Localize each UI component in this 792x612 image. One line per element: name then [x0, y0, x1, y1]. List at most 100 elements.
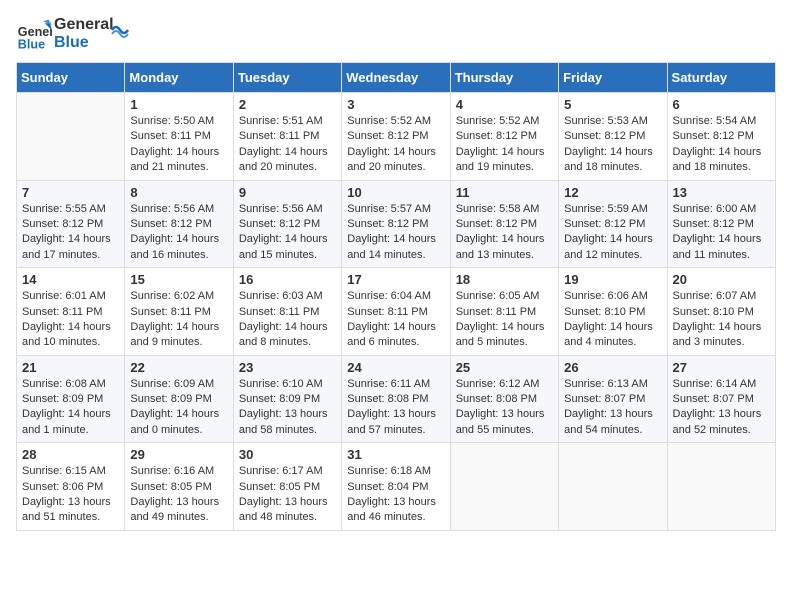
- cell-content: Sunrise: 6:13 AM Sunset: 8:07 PM Dayligh…: [564, 377, 661, 439]
- cell-content: Sunrise: 5:59 AM Sunset: 8:12 PM Dayligh…: [564, 202, 661, 264]
- day-number: 25: [456, 360, 553, 375]
- cell-content: Sunrise: 6:11 AM Sunset: 8:08 PM Dayligh…: [347, 377, 444, 439]
- day-number: 1: [130, 97, 227, 112]
- calendar-cell: 23Sunrise: 6:10 AM Sunset: 8:09 PM Dayli…: [233, 355, 341, 443]
- calendar-cell: 8 Sunrise: 5:56 AM Sunset: 8:12 PM Daylig…: [125, 180, 233, 268]
- day-number: 18: [456, 272, 553, 287]
- calendar-cell: 20Sunrise: 6:07 AM Sunset: 8:10 PM Dayli…: [667, 268, 775, 356]
- weekday-header-saturday: Saturday: [667, 63, 775, 93]
- cell-content: Sunrise: 5:55 AM Sunset: 8:12 PM Dayligh…: [22, 202, 119, 264]
- day-number: 9: [239, 185, 336, 200]
- day-number: 6: [673, 97, 770, 112]
- cell-content: Sunrise: 6:08 AM Sunset: 8:09 PM Dayligh…: [22, 377, 119, 439]
- cell-content: Sunrise: 6:15 AM Sunset: 8:06 PM Dayligh…: [22, 464, 119, 526]
- cell-content: Sunrise: 6:12 AM Sunset: 8:08 PM Dayligh…: [456, 377, 553, 439]
- calendar-cell: 1 Sunrise: 5:50 AM Sunset: 8:11 PM Daylig…: [125, 93, 233, 181]
- calendar-cell: 21Sunrise: 6:08 AM Sunset: 8:09 PM Dayli…: [17, 355, 125, 443]
- day-number: 8: [130, 185, 227, 200]
- calendar-table: SundayMondayTuesdayWednesdayThursdayFrid…: [16, 62, 776, 531]
- logo-general: General: [54, 16, 114, 34]
- calendar-cell: 29Sunrise: 6:16 AM Sunset: 8:05 PM Dayli…: [125, 443, 233, 531]
- cell-content: Sunrise: 5:52 AM Sunset: 8:12 PM Dayligh…: [456, 114, 553, 176]
- day-number: 28: [22, 447, 119, 462]
- calendar-cell: 13 Sunrise: 6:00 AM Sunset: 8:12 PM Dayli…: [667, 180, 775, 268]
- calendar-cell: 5Sunrise: 5:53 AM Sunset: 8:12 PM Daylig…: [559, 93, 667, 181]
- calendar-cell: 19 Sunrise: 6:06 AM Sunset: 8:10 PM Dayli…: [559, 268, 667, 356]
- calendar-cell: 9Sunrise: 5:56 AM Sunset: 8:12 PM Daylig…: [233, 180, 341, 268]
- day-number: 16: [239, 272, 336, 287]
- cell-content: Sunrise: 6:09 AM Sunset: 8:09 PM Dayligh…: [130, 377, 227, 439]
- calendar-week-row: 21Sunrise: 6:08 AM Sunset: 8:09 PM Dayli…: [17, 355, 776, 443]
- cell-content: Sunrise: 6:17 AM Sunset: 8:05 PM Dayligh…: [239, 464, 336, 526]
- cell-content: Sunrise: 6:00 AM Sunset: 8:12 PM Dayligh…: [673, 202, 770, 264]
- cell-content: Sunrise: 6:18 AM Sunset: 8:04 PM Dayligh…: [347, 464, 444, 526]
- cell-content: Sunrise: 6:06 AM Sunset: 8:10 PM Dayligh…: [564, 289, 661, 351]
- cell-content: Sunrise: 5:50 AM Sunset: 8:11 PM Dayligh…: [130, 114, 227, 176]
- day-number: 22: [130, 360, 227, 375]
- calendar-cell: 27 Sunrise: 6:14 AM Sunset: 8:07 PM Dayli…: [667, 355, 775, 443]
- day-number: 17: [347, 272, 444, 287]
- cell-content: Sunrise: 6:03 AM Sunset: 8:11 PM Dayligh…: [239, 289, 336, 351]
- cell-content: Sunrise: 6:02 AM Sunset: 8:11 PM Dayligh…: [130, 289, 227, 351]
- day-number: 29: [130, 447, 227, 462]
- calendar-cell: [667, 443, 775, 531]
- cell-content: Sunrise: 5:52 AM Sunset: 8:12 PM Dayligh…: [347, 114, 444, 176]
- day-number: 10: [347, 185, 444, 200]
- day-number: 4: [456, 97, 553, 112]
- calendar-week-row: 7Sunrise: 5:55 AM Sunset: 8:12 PM Daylig…: [17, 180, 776, 268]
- calendar-cell: 24 Sunrise: 6:11 AM Sunset: 8:08 PM Dayli…: [342, 355, 450, 443]
- weekday-header-wednesday: Wednesday: [342, 63, 450, 93]
- cell-content: Sunrise: 6:07 AM Sunset: 8:10 PM Dayligh…: [673, 289, 770, 351]
- day-number: 30: [239, 447, 336, 462]
- day-number: 26: [564, 360, 661, 375]
- cell-content: Sunrise: 5:51 AM Sunset: 8:11 PM Dayligh…: [239, 114, 336, 176]
- cell-content: Sunrise: 6:14 AM Sunset: 8:07 PM Dayligh…: [673, 377, 770, 439]
- calendar-cell: 3 Sunrise: 5:52 AM Sunset: 8:12 PM Daylig…: [342, 93, 450, 181]
- calendar-cell: 6Sunrise: 5:54 AM Sunset: 8:12 PM Daylig…: [667, 93, 775, 181]
- calendar-cell: 26 Sunrise: 6:13 AM Sunset: 8:07 PM Dayli…: [559, 355, 667, 443]
- calendar-cell: [559, 443, 667, 531]
- calendar-week-row: 1 Sunrise: 5:50 AM Sunset: 8:11 PM Daylig…: [17, 93, 776, 181]
- logo-blue: Blue: [54, 34, 114, 52]
- day-number: 14: [22, 272, 119, 287]
- calendar-cell: 10 Sunrise: 5:57 AM Sunset: 8:12 PM Dayli…: [342, 180, 450, 268]
- weekday-header-friday: Friday: [559, 63, 667, 93]
- weekday-header-monday: Monday: [125, 63, 233, 93]
- calendar-cell: 11 Sunrise: 5:58 AM Sunset: 8:12 PM Dayli…: [450, 180, 558, 268]
- calendar-cell: 4 Sunrise: 5:52 AM Sunset: 8:12 PM Daylig…: [450, 93, 558, 181]
- calendar-cell: 31Sunrise: 6:18 AM Sunset: 8:04 PM Dayli…: [342, 443, 450, 531]
- calendar-cell: 22 Sunrise: 6:09 AM Sunset: 8:09 PM Dayli…: [125, 355, 233, 443]
- calendar-week-row: 14 Sunrise: 6:01 AM Sunset: 8:11 PM Dayli…: [17, 268, 776, 356]
- weekday-header-tuesday: Tuesday: [233, 63, 341, 93]
- calendar-cell: 18 Sunrise: 6:05 AM Sunset: 8:11 PM Dayli…: [450, 268, 558, 356]
- day-number: 11: [456, 185, 553, 200]
- calendar-cell: 17 Sunrise: 6:04 AM Sunset: 8:11 PM Dayli…: [342, 268, 450, 356]
- logo-icon: General Blue: [16, 16, 52, 52]
- day-number: 3: [347, 97, 444, 112]
- cell-content: Sunrise: 5:57 AM Sunset: 8:12 PM Dayligh…: [347, 202, 444, 264]
- calendar-cell: 16 Sunrise: 6:03 AM Sunset: 8:11 PM Dayli…: [233, 268, 341, 356]
- cell-content: Sunrise: 6:01 AM Sunset: 8:11 PM Dayligh…: [22, 289, 119, 351]
- cell-content: Sunrise: 5:56 AM Sunset: 8:12 PM Dayligh…: [130, 202, 227, 264]
- day-number: 19: [564, 272, 661, 287]
- cell-content: Sunrise: 6:05 AM Sunset: 8:11 PM Dayligh…: [456, 289, 553, 351]
- day-number: 2: [239, 97, 336, 112]
- day-number: 15: [130, 272, 227, 287]
- cell-content: Sunrise: 6:04 AM Sunset: 8:11 PM Dayligh…: [347, 289, 444, 351]
- calendar-cell: 30 Sunrise: 6:17 AM Sunset: 8:05 PM Dayli…: [233, 443, 341, 531]
- day-number: 24: [347, 360, 444, 375]
- day-number: 5: [564, 97, 661, 112]
- calendar-cell: 25 Sunrise: 6:12 AM Sunset: 8:08 PM Dayli…: [450, 355, 558, 443]
- page-header: General Blue General Blue: [16, 16, 776, 52]
- calendar-cell: 28 Sunrise: 6:15 AM Sunset: 8:06 PM Dayli…: [17, 443, 125, 531]
- day-number: 27: [673, 360, 770, 375]
- calendar-cell: 14 Sunrise: 6:01 AM Sunset: 8:11 PM Dayli…: [17, 268, 125, 356]
- calendar-cell: 12Sunrise: 5:59 AM Sunset: 8:12 PM Dayli…: [559, 180, 667, 268]
- day-number: 13: [673, 185, 770, 200]
- logo: General Blue General Blue: [16, 16, 130, 52]
- calendar-cell: 15 Sunrise: 6:02 AM Sunset: 8:11 PM Dayli…: [125, 268, 233, 356]
- day-number: 23: [239, 360, 336, 375]
- cell-content: Sunrise: 5:58 AM Sunset: 8:12 PM Dayligh…: [456, 202, 553, 264]
- calendar-cell: 7Sunrise: 5:55 AM Sunset: 8:12 PM Daylig…: [17, 180, 125, 268]
- weekday-header-sunday: Sunday: [17, 63, 125, 93]
